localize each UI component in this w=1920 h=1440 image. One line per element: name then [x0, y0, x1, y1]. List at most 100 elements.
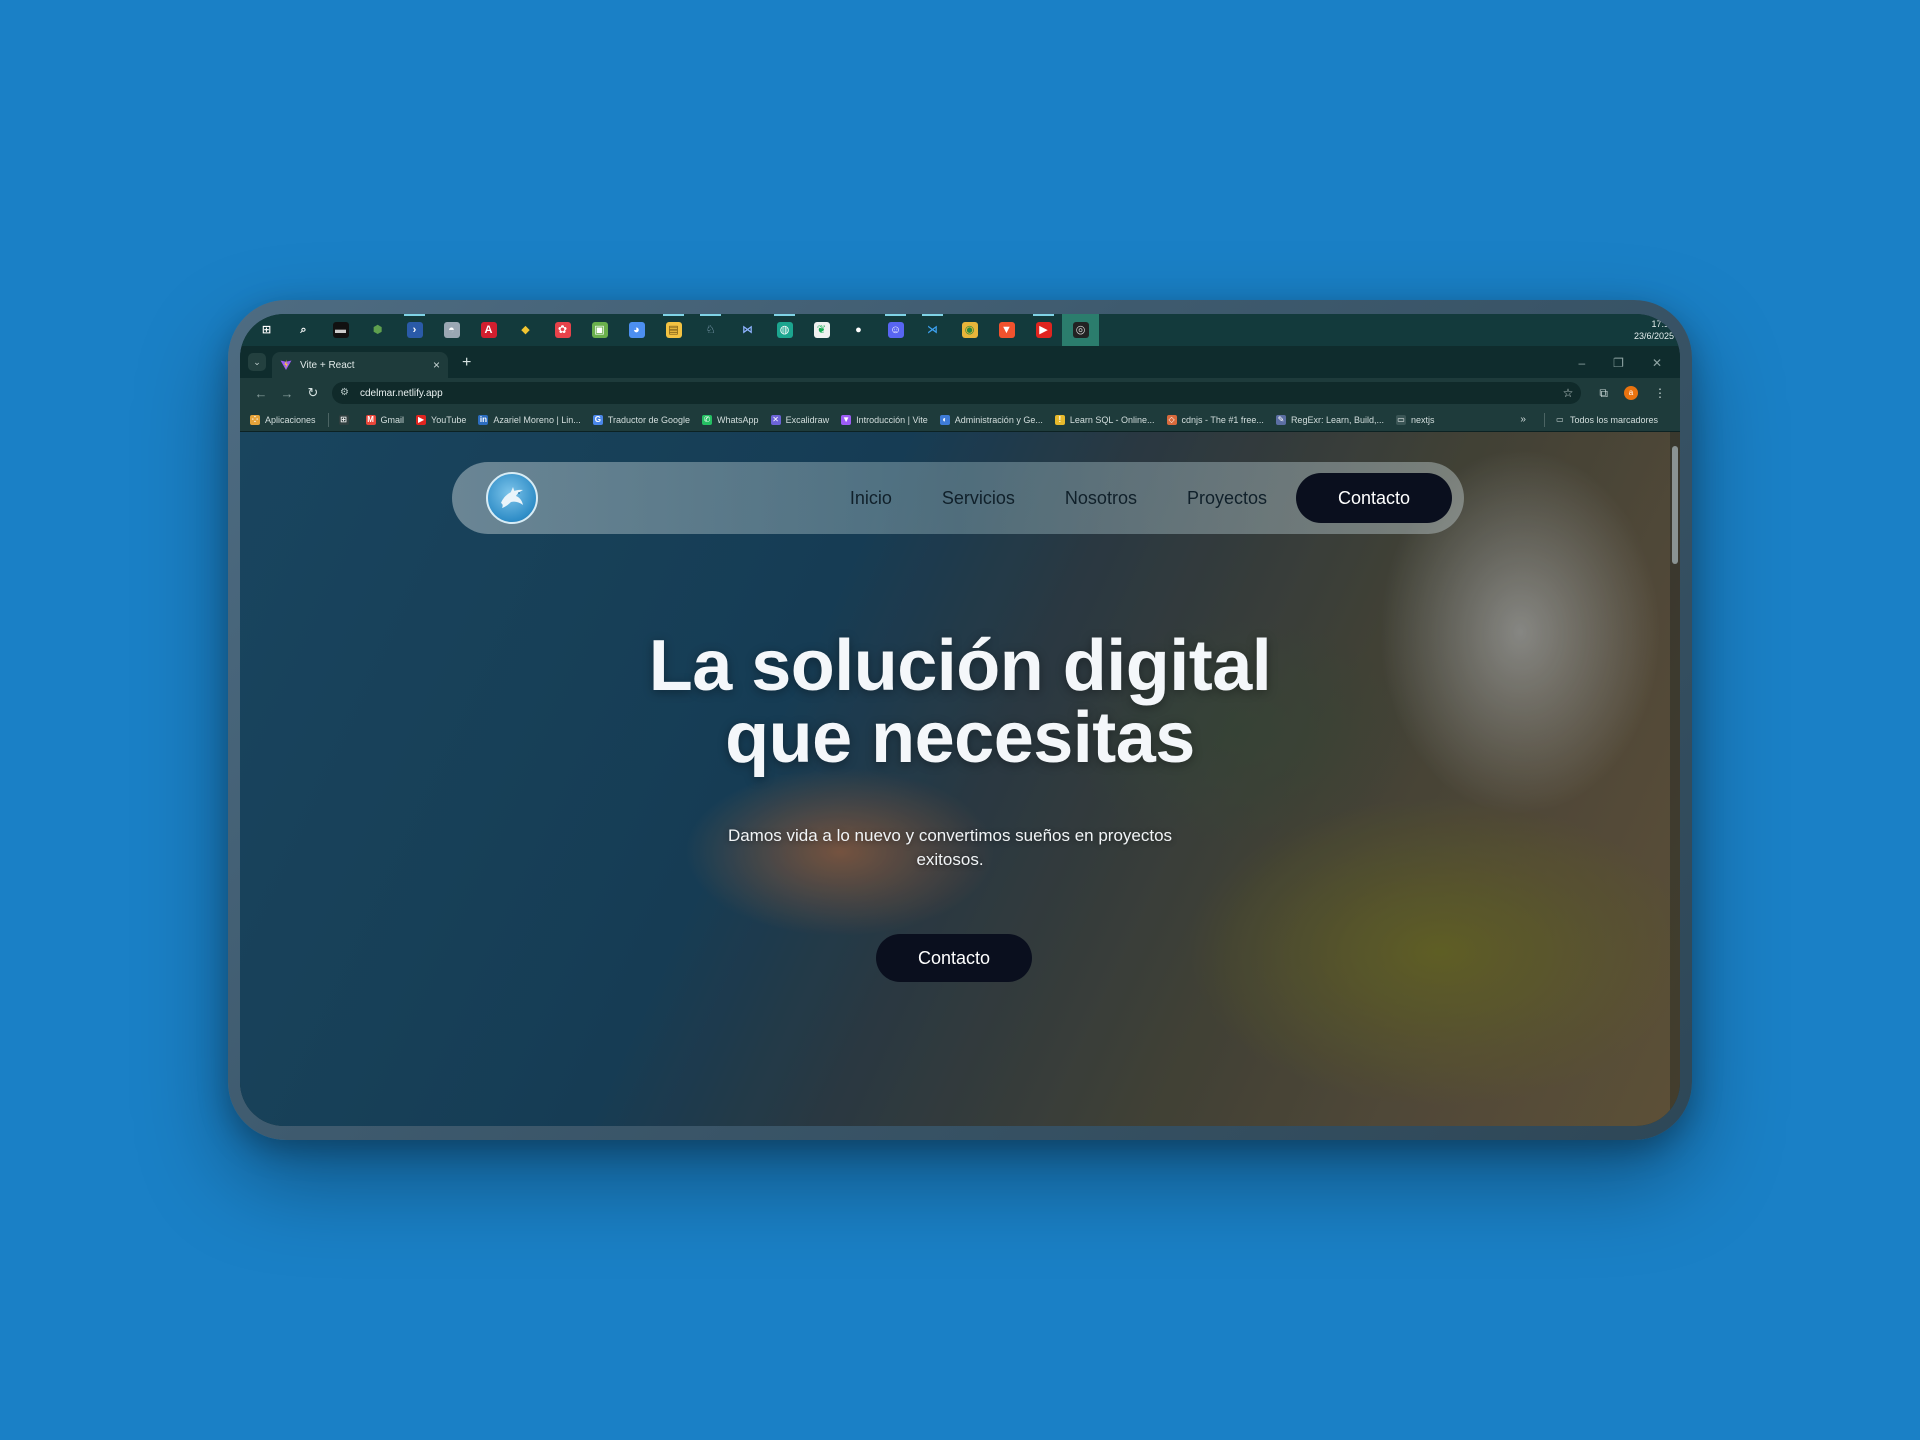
browser-tab[interactable]: Vite + React × — [272, 352, 448, 378]
bookmark-label: Learn SQL - Online... — [1069, 414, 1155, 425]
more-bookmarks-icon[interactable]: » — [1520, 414, 1526, 425]
file-explorer-icon[interactable]: ▤ — [655, 314, 692, 346]
bookmark-item[interactable]: ! Learn SQL - Online... — [1054, 414, 1155, 425]
restore-icon[interactable]: ❐ — [1613, 356, 1624, 370]
youtube-music-icon-glyph: ▶ — [1035, 322, 1052, 338]
browser-toolbar: ← → ↻ ⚙ cdelmar.netlify.app ☆ ⧉ a ⋮ — [240, 378, 1680, 408]
github-icon-glyph: ● — [855, 324, 862, 336]
brave-icon-glyph: ▼ — [998, 322, 1015, 338]
git-icon-glyph: ◆ — [521, 324, 530, 336]
nav-links: Inicio Servicios Nosotros Proyectos Contacto — [825, 473, 1452, 523]
tab-close-icon[interactable]: × — [433, 358, 440, 372]
all-bookmarks-label: Todos los marcadores — [1569, 414, 1658, 425]
git-icon[interactable]: ◆ — [507, 314, 544, 346]
red-app-icon[interactable]: ✿ — [544, 314, 581, 346]
system-clock[interactable]: 17:13 23/6/2025 — [1634, 318, 1680, 342]
bookmark-item[interactable]: ⁘ Aplicaciones — [250, 414, 316, 425]
close-window-icon[interactable]: ✕ — [1652, 356, 1662, 370]
bookmark-item[interactable]: G Traductor de Google — [592, 414, 691, 425]
web-page: Inicio Servicios Nosotros Proyectos Contacto… — [240, 432, 1680, 1126]
chrome-icon[interactable]: ◉ — [951, 314, 988, 346]
mongodb-compass-icon[interactable]: ❦ — [803, 314, 840, 346]
bookmark-item[interactable]: ◐ Administración y Ge... — [939, 414, 1043, 425]
forward-icon[interactable]: → — [274, 386, 300, 401]
folder-icon: ▭ — [1556, 414, 1564, 424]
nav-link-servicios[interactable]: Servicios — [942, 488, 1015, 509]
bookmark-star-icon[interactable]: ☆ — [1563, 386, 1574, 400]
bookmark-item[interactable]: ✎ RegExr: Learn, Build,... — [1275, 414, 1384, 425]
bookmark-item[interactable]: ▼ Introducción | Vite — [841, 414, 928, 425]
back-icon[interactable]: ← — [248, 386, 274, 401]
acrobat-icon[interactable]: A — [470, 314, 507, 346]
discord-icon-glyph: ☺ — [887, 322, 904, 338]
nodejs-icon[interactable]: ⬢ — [359, 314, 396, 346]
bookmark-item[interactable]: ▶ YouTube — [416, 414, 466, 425]
site-info-icon[interactable]: ⚙ — [340, 387, 352, 399]
browser-menu-icon[interactable]: ⋮ — [1654, 386, 1666, 400]
bookmark-item[interactable]: in Azariel Moreno | Lin... — [478, 414, 581, 425]
github-icon[interactable]: ● — [840, 314, 877, 346]
bookmark-item[interactable]: ⊞ — [338, 414, 354, 425]
discord-icon[interactable]: ☺ — [877, 314, 914, 346]
nav-contact-button[interactable]: Contacto — [1296, 473, 1452, 523]
extensions-icon[interactable]: ⧉ — [1599, 386, 1608, 401]
youtube-music-icon[interactable]: ▶ — [1025, 314, 1062, 346]
vscode-icon[interactable]: ⋊ — [914, 314, 951, 346]
bookmark-label: Administración y Ge... — [954, 414, 1043, 425]
bookmark-favicon-icon: ⊞ — [338, 414, 349, 425]
bookmark-favicon-icon: G — [592, 414, 603, 425]
shark-logo-icon[interactable] — [486, 472, 538, 524]
window-controls: – ❐ ✕ — [1578, 356, 1680, 370]
bookmark-item[interactable]: M Gmail — [365, 414, 404, 425]
tab-search-dropdown-icon[interactable]: ⌄ — [248, 353, 266, 371]
search-icon[interactable]: ⌕ — [285, 314, 322, 346]
hero-contact-button[interactable]: Contacto — [876, 934, 1032, 982]
bookmark-favicon-icon: ◐ — [939, 414, 950, 425]
nav-link-proyectos[interactable]: Proyectos — [1187, 488, 1267, 509]
powershell-icon-glyph: › — [406, 322, 423, 338]
terminal-icon[interactable]: ▬ — [322, 314, 359, 346]
dbeaver-icon[interactable]: ⋈ — [729, 314, 766, 346]
obs-icon[interactable]: ◎ — [1062, 314, 1099, 346]
toolbar-actions: ⧉ a ⋮ — [1581, 386, 1672, 401]
bookmark-label: Introducción | Vite — [856, 414, 928, 425]
bookmark-item[interactable]: ▭ nextjs — [1395, 414, 1435, 425]
url-text[interactable]: cdelmar.netlify.app — [360, 388, 1563, 399]
brave-icon[interactable]: ▼ — [988, 314, 1025, 346]
postgresql-icon[interactable]: ♘ — [692, 314, 729, 346]
bookmark-favicon-icon: ✆ — [702, 414, 713, 425]
hero-title: La solución digital que necesitas — [240, 630, 1680, 774]
edge-icon[interactable]: ◍ — [766, 314, 803, 346]
site-navbar: Inicio Servicios Nosotros Proyectos Contacto — [452, 462, 1464, 534]
bookmark-item[interactable]: ◇ cdnjs - The #1 free... — [1166, 414, 1264, 425]
bookmark-label: Traductor de Google — [607, 414, 691, 425]
reload-icon[interactable]: ↻ — [300, 385, 326, 401]
new-tab-icon[interactable]: + — [462, 354, 471, 372]
scrollbar-thumb[interactable] — [1672, 446, 1678, 564]
address-bar[interactable]: ⚙ cdelmar.netlify.app ☆ — [332, 382, 1582, 404]
bookmark-item[interactable]: ✕ Excalidraw — [770, 414, 829, 425]
copilot-icon-glyph: ◕ — [628, 322, 645, 338]
clock-date: 23/6/2025 — [1633, 331, 1674, 341]
settings-app-icon[interactable]: ◓ — [433, 314, 470, 346]
minimize-icon[interactable]: – — [1578, 356, 1585, 370]
bookmarks-bar: ⁘ Aplicaciones ⊞ M Gmail ▶ YouTube in Azariel Mo… — [240, 408, 1680, 432]
copilot-icon[interactable]: ◕ — [618, 314, 655, 346]
taskbar-icons: ⊞ ⌕ ▬ ⬢ › ◓ A ◆ ✿ ▣ ◕ ▤ ♘ ⋈ ◍ ❦ ● ☺ ⋊ ◉ ▼ ▶ ◎ — [240, 314, 1099, 346]
page-scrollbar[interactable] — [1670, 432, 1680, 1126]
profile-avatar[interactable]: a — [1624, 386, 1638, 400]
android-studio-icon[interactable]: ▣ — [581, 314, 618, 346]
nav-link-inicio[interactable]: Inicio — [850, 488, 892, 509]
all-bookmarks-folder[interactable]: ▭ Todos los marcadores — [1555, 415, 1658, 425]
vscode-icon-glyph: ⋊ — [927, 324, 938, 336]
powershell-icon[interactable]: › — [396, 314, 433, 346]
clock-time: 17:13 — [1651, 319, 1674, 329]
bookmark-label: cdnjs - The #1 free... — [1181, 414, 1264, 425]
windows-start-icon[interactable]: ⊞ — [248, 314, 285, 346]
bookmark-favicon-icon: M — [365, 414, 376, 425]
nav-link-nosotros[interactable]: Nosotros — [1065, 488, 1137, 509]
bookmark-item[interactable]: ✆ WhatsApp — [702, 414, 759, 425]
windows-start-icon-glyph: ⊞ — [261, 324, 272, 336]
bookmark-label: Aplicaciones — [265, 414, 316, 425]
android-studio-icon-glyph: ▣ — [591, 322, 608, 338]
